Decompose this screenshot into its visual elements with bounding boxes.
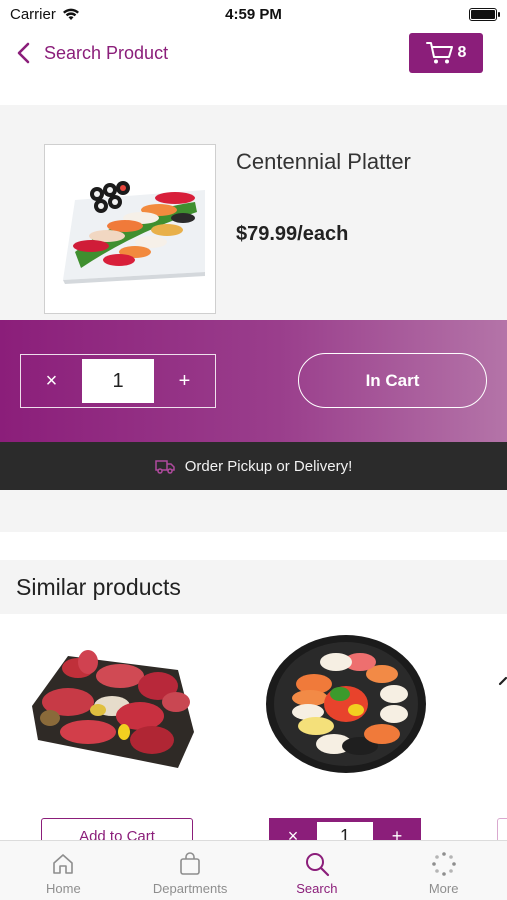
quantity-input[interactable]	[82, 359, 154, 403]
status-bar: Carrier 4:59 PM	[0, 0, 507, 28]
sushi-tray-image	[266, 635, 426, 773]
in-cart-button[interactable]: In Cart	[298, 353, 487, 408]
remove-button[interactable]: ×	[21, 355, 82, 407]
chevron-left-icon	[17, 42, 30, 64]
tab-search[interactable]: Search	[254, 841, 381, 900]
tab-home-label: Home	[46, 881, 81, 896]
cart-count: 8	[457, 44, 467, 61]
more-icon	[431, 852, 456, 876]
product-name: Centennial Platter	[236, 149, 411, 174]
cart-icon	[425, 42, 453, 64]
tab-departments-label: Departments	[152, 881, 228, 896]
back-button-label: Search Product	[44, 42, 169, 63]
quantity-stepper: × +	[20, 354, 216, 408]
wagyu-platter-image	[32, 650, 194, 768]
sushi-platter-image	[63, 180, 205, 284]
bag-icon	[180, 852, 200, 875]
carrier-label: Carrier	[10, 5, 56, 23]
tab-search-label: Search	[296, 881, 338, 896]
product-image	[44, 144, 216, 314]
tab-home[interactable]: Home	[0, 841, 127, 900]
nav-header: Search Product 8	[0, 28, 507, 78]
tab-more-label: More	[428, 881, 459, 896]
add-button[interactable]: +	[154, 355, 215, 407]
search-icon	[305, 853, 329, 877]
tab-more[interactable]: More	[380, 841, 507, 900]
spacer	[0, 490, 507, 532]
home-icon	[53, 854, 74, 874]
tab-departments[interactable]: Departments	[127, 841, 254, 900]
status-left: Carrier	[10, 6, 80, 23]
similar-products-title: Similar products	[0, 560, 507, 614]
battery-icon	[469, 7, 500, 21]
product-price: $79.99/each	[236, 223, 349, 245]
wifi-icon	[62, 8, 79, 20]
truck-icon	[154, 460, 175, 474]
product-detail: Centennial Platter $79.99/each	[0, 105, 507, 320]
pickup-delivery-banner[interactable]: Order Pickup or Delivery!	[0, 442, 507, 490]
tab-bar: Home Departments Search More	[0, 840, 507, 900]
similar-product-image-2[interactable]	[264, 634, 428, 774]
banner-text: Order Pickup or Delivery!	[184, 457, 353, 475]
add-to-cart-bar: × + In Cart	[0, 320, 507, 442]
back-button[interactable]: Search Product	[14, 41, 168, 65]
chevron-left-icon	[498, 676, 507, 686]
similar-product-image-1[interactable]	[28, 636, 198, 772]
cart-button[interactable]: 8	[409, 33, 483, 73]
